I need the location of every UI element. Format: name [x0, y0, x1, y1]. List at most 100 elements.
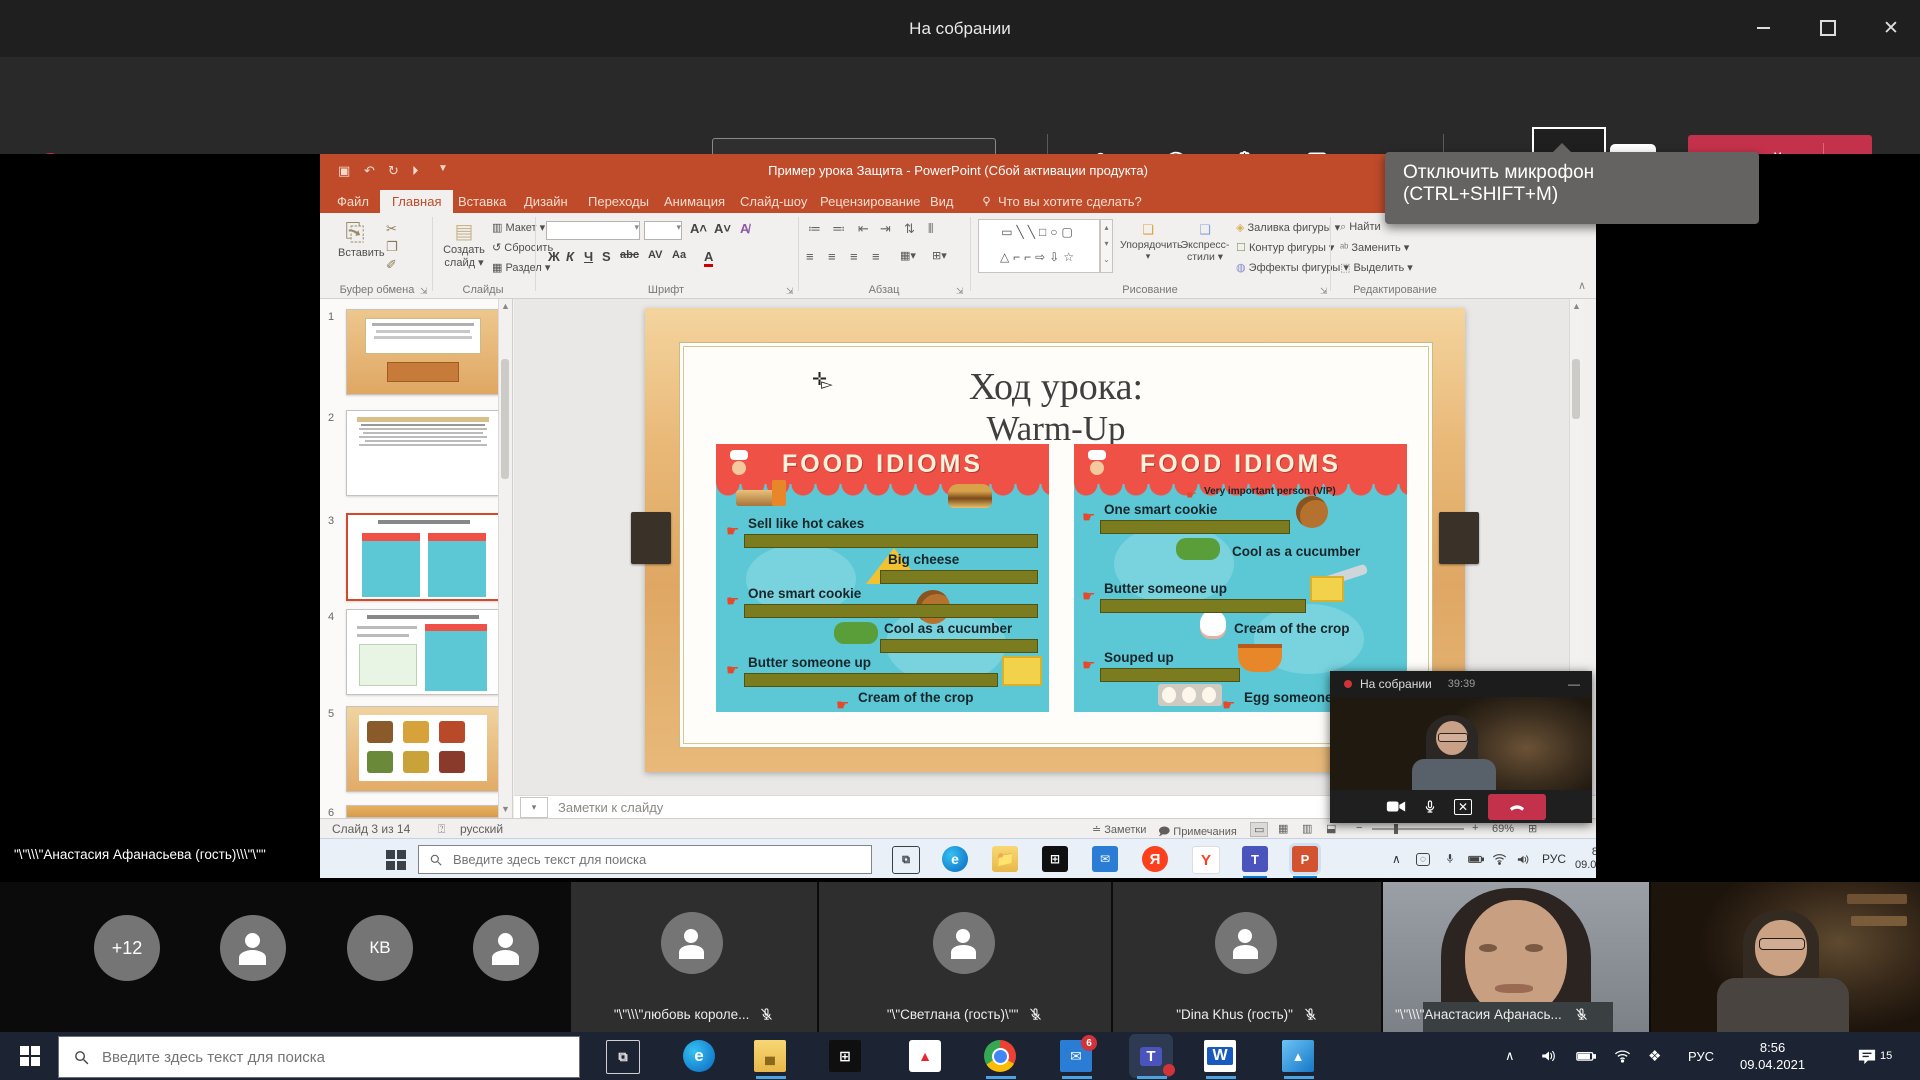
meeting-pip-window[interactable]: На собрании 39:39 — ✕: [1330, 671, 1592, 823]
clear-format-icon[interactable]: А̸: [740, 221, 749, 236]
shared-mic-tray-icon[interactable]: [1444, 839, 1456, 878]
acrobat-icon[interactable]: ▲: [909, 1040, 941, 1072]
participant-tile[interactable]: "\"Светлана (гость)\"": [819, 882, 1111, 1032]
task-view-icon[interactable]: ⧉: [606, 1040, 640, 1074]
tray-battery-icon[interactable]: [1576, 1032, 1596, 1080]
align-center-icon[interactable]: ≡: [828, 249, 836, 264]
shared-search-box[interactable]: [418, 845, 872, 874]
start-slideshow-icon[interactable]: ⏵: [412, 163, 419, 179]
shared-tablet-icon[interactable]: ◌: [1416, 839, 1430, 878]
participant-video-tile[interactable]: [1651, 882, 1920, 1032]
quick-access-customize-icon[interactable]: ▼: [438, 163, 448, 174]
participant-tile[interactable]: "\"\\\"любовь короле...: [571, 882, 817, 1032]
tray-chevron-icon[interactable]: ∧: [1505, 1032, 1515, 1080]
tab-view[interactable]: Вид: [930, 190, 954, 213]
zoom-slider[interactable]: [1372, 828, 1464, 830]
notes-toggle[interactable]: ≐ Заметки: [1092, 823, 1146, 836]
language-indicator[interactable]: РУС: [1688, 1032, 1714, 1080]
collapse-ribbon-icon[interactable]: ∧: [1578, 279, 1586, 292]
slide-title[interactable]: Ход урока:: [680, 365, 1432, 409]
justify-icon[interactable]: ≡: [872, 249, 880, 264]
shape-effects-button[interactable]: ◍ Эффекты фигуры ▾: [1236, 261, 1349, 274]
change-case-button[interactable]: Aa: [672, 249, 686, 261]
undo-icon[interactable]: ↶: [364, 163, 375, 179]
shared-store-icon[interactable]: ⊞: [1042, 846, 1068, 872]
numbering-icon[interactable]: ≕: [832, 221, 845, 237]
tab-insert[interactable]: Вставка: [458, 190, 506, 213]
section-button[interactable]: ▦ Раздел ▾: [492, 261, 550, 274]
store-icon[interactable]: ⊞: [829, 1040, 861, 1072]
shared-powerpoint-icon[interactable]: P: [1292, 846, 1318, 872]
shrink-font-icon[interactable]: А˅: [714, 221, 731, 236]
shared-yandex-icon[interactable]: Y: [1192, 846, 1220, 874]
photos-icon[interactable]: ▲: [1282, 1040, 1314, 1072]
grow-font-icon[interactable]: А˄: [690, 221, 707, 236]
tray-network-icon[interactable]: [1614, 1032, 1631, 1080]
shared-edge-icon[interactable]: e: [942, 846, 968, 872]
font-dialog-launcher-icon[interactable]: ⇲: [786, 286, 794, 297]
tab-file[interactable]: Файл: [337, 190, 369, 213]
tray-volume-icon[interactable]: [1540, 1032, 1558, 1080]
arrange-button[interactable]: ❏ Упорядочить ▾: [1120, 221, 1176, 262]
layout-button[interactable]: ▥ Макет ▾: [492, 221, 545, 234]
thumbnail-scrollbar[interactable]: ▲ ▼: [498, 299, 512, 818]
bullets-icon[interactable]: ≔: [808, 221, 821, 237]
shared-battery-icon[interactable]: [1468, 839, 1484, 878]
bold-button[interactable]: Ж: [548, 249, 560, 264]
view-sorter-icon[interactable]: ▦: [1278, 822, 1288, 835]
clipboard-dialog-launcher-icon[interactable]: ⇲: [420, 286, 428, 297]
tab-home[interactable]: Главная: [380, 190, 453, 213]
shared-clock[interactable]: 8:56 09.04.2021: [1575, 839, 1596, 878]
new-slide-button[interactable]: ▤ Создать слайд ▾: [440, 219, 488, 269]
chrome-icon[interactable]: [984, 1040, 1016, 1072]
quick-styles-button[interactable]: ❑ Экспресс- стили ▾: [1178, 221, 1232, 263]
shared-mail-icon[interactable]: ✉: [1092, 846, 1118, 872]
overflow-participants-avatar[interactable]: +12: [94, 915, 160, 981]
minimize-button[interactable]: [1740, 9, 1786, 47]
font-name-box[interactable]: ▾: [546, 221, 640, 240]
redo-icon[interactable]: ↻: [388, 163, 399, 179]
replace-button[interactable]: ᵃᵇ Заменить ▾: [1340, 241, 1409, 254]
slide-thumbnail-6[interactable]: [346, 805, 500, 818]
shared-teams-icon[interactable]: T: [1242, 846, 1268, 872]
tray-onedrive-icon[interactable]: ❖: [1648, 1032, 1661, 1080]
line-spacing-icon[interactable]: ⇅: [904, 221, 915, 237]
shared-yandex-browser-icon[interactable]: Я: [1142, 846, 1168, 872]
view-slideshow-icon[interactable]: ⬓: [1326, 822, 1336, 835]
close-button[interactable]: ✕: [1868, 9, 1914, 47]
pip-camera-icon[interactable]: [1386, 799, 1406, 814]
teams-icon[interactable]: T: [1135, 1040, 1167, 1072]
edge-icon[interactable]: e: [683, 1040, 715, 1072]
file-explorer-icon[interactable]: ▄: [754, 1040, 786, 1072]
taskbar-search-input[interactable]: [100, 1048, 534, 1067]
action-center-icon[interactable]: 15: [1856, 1032, 1892, 1080]
zoom-in-icon[interactable]: +: [1472, 822, 1478, 834]
decrease-indent-icon[interactable]: ⇤: [858, 221, 869, 237]
tab-animations[interactable]: Анимация: [664, 190, 725, 213]
shape-outline-button[interactable]: ☐ Контур фигуры ▾: [1236, 241, 1334, 254]
shared-task-view-icon[interactable]: ⧉: [892, 846, 920, 874]
slide-thumbnail-3-selected[interactable]: [346, 513, 502, 601]
notes-collapse-icon[interactable]: ▾: [520, 797, 548, 818]
language-indicator[interactable]: русский: [460, 822, 503, 836]
shared-wifi-icon[interactable]: [1492, 839, 1507, 878]
font-size-box[interactable]: ▾: [644, 221, 682, 240]
columns-icon[interactable]: ▦▾: [900, 249, 916, 262]
smartart-icon[interactable]: ⊞▾: [932, 249, 947, 262]
shared-tray-chevron-icon[interactable]: ∧: [1392, 839, 1401, 878]
pip-minimize-icon[interactable]: —: [1568, 677, 1580, 691]
shared-search-input[interactable]: [451, 851, 835, 868]
paste-button[interactable]: ⎘ Вставить: [338, 219, 372, 263]
italic-button[interactable]: К: [566, 249, 574, 264]
slide-thumbnail-4[interactable]: [346, 609, 500, 695]
participant-avatar[interactable]: [473, 915, 539, 981]
pip-hangup-button[interactable]: [1488, 794, 1546, 820]
view-reading-icon[interactable]: ▥: [1302, 822, 1312, 835]
tab-design[interactable]: Дизайн: [524, 190, 568, 213]
view-normal-icon[interactable]: ▭: [1250, 822, 1268, 837]
word-icon[interactable]: W: [1204, 1040, 1236, 1072]
tab-transitions[interactable]: Переходы: [588, 190, 649, 213]
increase-indent-icon[interactable]: ⇥: [880, 221, 891, 237]
zoom-level[interactable]: 69%: [1492, 823, 1514, 835]
slide-thumbnail-5[interactable]: [346, 706, 500, 792]
